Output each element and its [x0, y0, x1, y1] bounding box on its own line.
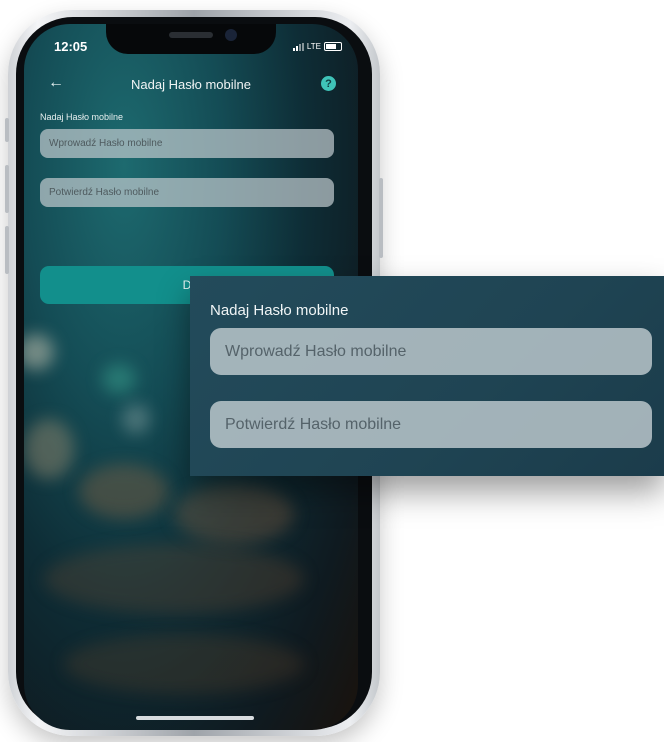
bokeh-light — [24, 334, 54, 370]
bokeh-light — [64, 634, 304, 694]
phone-notch — [106, 24, 276, 54]
front-camera — [225, 29, 237, 41]
zoom-confirm-password-input[interactable]: Potwierdź Hasło mobilne — [210, 401, 652, 448]
confirm-password-placeholder: Potwierdź Hasło mobilne — [49, 187, 160, 198]
bokeh-light — [24, 419, 74, 479]
password-input[interactable]: Wprowadź Hasło mobilne — [40, 129, 334, 158]
bokeh-light — [44, 544, 304, 614]
bokeh-light — [122, 404, 150, 434]
zoom-password-input[interactable]: Wprowadź Hasło mobilne — [210, 328, 652, 375]
bokeh-light — [102, 364, 136, 394]
speaker-grille — [169, 32, 213, 38]
bokeh-light — [174, 484, 294, 544]
side-button-power — [379, 178, 383, 258]
confirm-password-input[interactable]: Potwierdź Hasło mobilne — [40, 178, 334, 207]
signal-icon — [292, 42, 304, 51]
zoom-password-placeholder: Wprowadź Hasło mobilne — [225, 342, 407, 360]
zoom-confirm-password-placeholder: Potwierdź Hasło mobilne — [225, 415, 402, 433]
status-indicators: LTE — [292, 42, 342, 51]
battery-icon — [324, 42, 342, 51]
side-button-volume-down — [5, 226, 9, 274]
side-button-volume-up — [5, 165, 9, 213]
page-title: Nadaj Hasło mobilne — [131, 77, 251, 92]
status-time: 12:05 — [54, 39, 88, 54]
network-type: LTE — [306, 42, 321, 51]
bokeh-light — [79, 464, 169, 519]
password-label: Nadaj Hasło mobilne — [40, 112, 124, 122]
home-indicator — [136, 716, 254, 720]
zoom-password-label: Nadaj Hasło mobilne — [210, 302, 349, 319]
question-icon[interactable]: ? — [321, 76, 336, 91]
zoomed-form-panel: Nadaj Hasło mobilne Wprowadź Hasło mobil… — [190, 276, 664, 476]
side-button-mute — [5, 118, 9, 142]
password-placeholder: Wprowadź Hasło mobilne — [49, 138, 163, 149]
